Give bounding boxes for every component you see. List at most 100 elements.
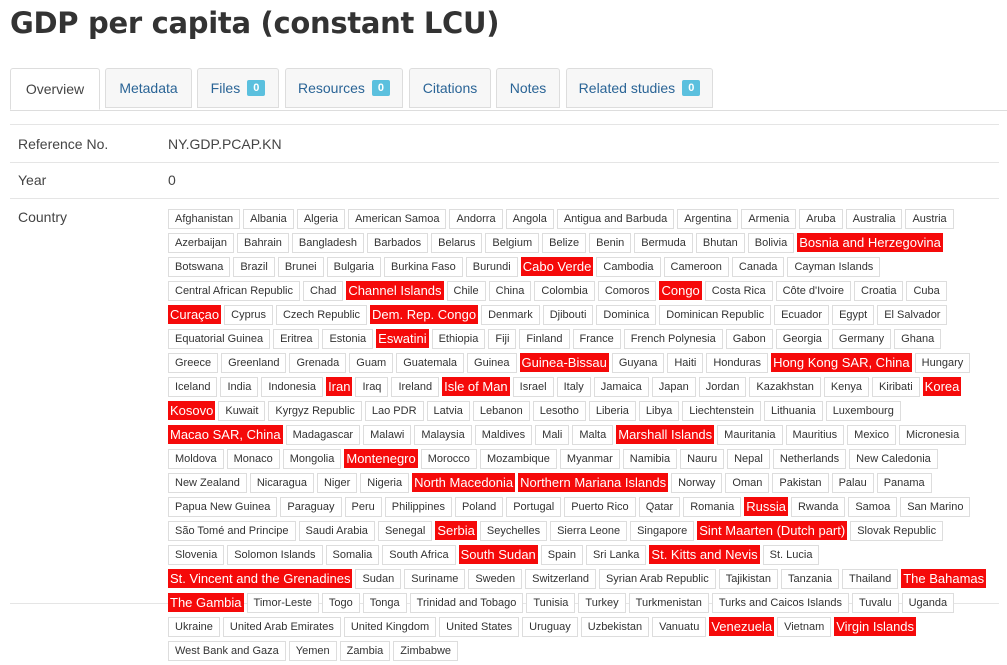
country-tag: Antigua and Barbuda (556, 209, 675, 229)
country-tag: Saudi Arabia (298, 521, 375, 541)
country-tag-highlighted: North Macedonia (412, 473, 516, 492)
count-badge: 0 (682, 80, 701, 96)
country-tag: Canada (731, 257, 785, 277)
country-tag: Senegal (377, 521, 433, 541)
tab-files[interactable]: Files 0 (197, 68, 279, 108)
country-tag: Tanzania (780, 569, 839, 589)
tab-bar: Overview Metadata Files 0 Resources 0 Ci… (10, 68, 1007, 111)
country-tag: Ukraine (168, 617, 220, 637)
country-tag-highlighted: Korea (922, 377, 962, 396)
country-tag: Morocco (420, 449, 477, 469)
country-tag: Finland (519, 329, 570, 349)
country-tag: Malaysia (414, 425, 472, 445)
country-tag: Vietnam (777, 617, 832, 637)
country-tag: Jamaica (593, 377, 649, 397)
country-tag: China (488, 281, 532, 301)
country-tag: Armenia (741, 209, 797, 229)
country-tag: Brunei (277, 257, 324, 277)
tab-overview[interactable]: Overview (10, 68, 100, 110)
country-tag: Nigeria (360, 473, 410, 493)
country-tag: Iraq (355, 377, 389, 397)
country-tag: Eritrea (273, 329, 320, 349)
country-tag: Guatemala (396, 353, 465, 373)
country-tag: Sudan (355, 569, 402, 589)
country-tag: Syrian Arab Republic (598, 569, 716, 589)
country-tag: Sweden (468, 569, 523, 589)
country-tag: Mongolia (282, 449, 342, 469)
country-tag: Iceland (168, 377, 218, 397)
country-tag: Sierra Leone (550, 521, 628, 541)
tab-metadata[interactable]: Metadata (105, 68, 192, 108)
country-tag: Ecuador (774, 305, 830, 325)
tab-notes[interactable]: Notes (496, 68, 560, 108)
country-tag: Oman (725, 473, 770, 493)
tab-label: Files (210, 80, 241, 96)
country-tag: Madagascar (285, 425, 361, 445)
country-label: Country (18, 209, 68, 225)
country-tag: Brazil (233, 257, 275, 277)
country-tag: Maldives (474, 425, 533, 445)
country-tag: Burundi (465, 257, 518, 277)
country-tag: American Samoa (348, 209, 447, 229)
country-tag: Cuba (906, 281, 947, 301)
country-tag: Trinidad and Tobago (409, 593, 524, 613)
country-tag: Lithuania (764, 401, 823, 421)
country-tag: Belgium (485, 233, 540, 253)
page-title: GDP per capita (constant LCU) (10, 6, 500, 40)
country-tag: Malta (572, 425, 614, 445)
reference-value: NY.GDP.PCAP.KN (168, 136, 282, 152)
country-tag: Tonga (362, 593, 407, 613)
country-tag: Chile (446, 281, 486, 301)
country-tag: Nauru (680, 449, 725, 469)
country-tag: Guyana (611, 353, 665, 373)
country-tag: Suriname (404, 569, 466, 589)
country-tag: Liechtenstein (682, 401, 762, 421)
country-tag: Uruguay (522, 617, 578, 637)
country-tag: Spain (540, 545, 583, 565)
country-tag: Benin (589, 233, 632, 253)
country-tag: Kenya (823, 377, 870, 397)
reference-label: Reference No. (18, 136, 109, 152)
country-tag: Rwanda (790, 497, 846, 517)
country-tag: Micronesia (899, 425, 967, 445)
country-tag: Palau (831, 473, 874, 493)
country-tag: United Arab Emirates (222, 617, 341, 637)
country-tag: Philippines (384, 497, 452, 517)
tab-label: Metadata (119, 80, 178, 96)
country-tag: Thailand (842, 569, 899, 589)
country-tag: Guam (349, 353, 394, 373)
country-tag: Bolivia (747, 233, 795, 253)
country-tag: Belize (542, 233, 587, 253)
year-label: Year (18, 172, 47, 188)
country-tag: Samoa (848, 497, 898, 517)
country-tag: Switzerland (525, 569, 596, 589)
tab-citations[interactable]: Citations (409, 68, 491, 108)
country-tag: Timor-Leste (246, 593, 319, 613)
country-tag: Lebanon (472, 401, 530, 421)
country-tag: Fiji (488, 329, 517, 349)
country-tag: Ireland (391, 377, 440, 397)
country-tag-highlighted: Bosnia and Herzegovina (797, 233, 943, 252)
country-tag-highlighted: Cabo Verde (520, 257, 594, 276)
tab-resources[interactable]: Resources 0 (285, 68, 403, 108)
country-tag: Vanuatu (652, 617, 707, 637)
country-tag: São Tomé and Principe (168, 521, 296, 541)
count-badge: 0 (371, 80, 391, 96)
country-tag: Zambia (339, 641, 391, 661)
country-tag: Turkey (578, 593, 626, 613)
reference-row: Reference No. NY.GDP.PCAP.KN (10, 124, 999, 163)
country-tag: Italy (556, 377, 591, 397)
country-tag: Barbados (367, 233, 429, 253)
country-tag-highlighted: The Gambia (168, 593, 244, 612)
country-tag-highlighted: Venezuela (709, 617, 775, 636)
tab-label: Notes (509, 80, 547, 96)
tab-related-studies[interactable]: Related studies 0 (566, 68, 713, 108)
country-tag: Dominican Republic (659, 305, 772, 325)
country-tag-highlighted: Virgin Islands (834, 617, 917, 636)
country-list: Afghanistan Albania Algeria American Samoa A… (168, 209, 990, 665)
country-tag: Mozambique (479, 449, 557, 469)
country-tag-highlighted: Curaçao (168, 305, 222, 324)
country-tag: Greece (168, 353, 219, 373)
country-tag: Lao PDR (364, 401, 424, 421)
country-tag: Cambodia (596, 257, 661, 277)
